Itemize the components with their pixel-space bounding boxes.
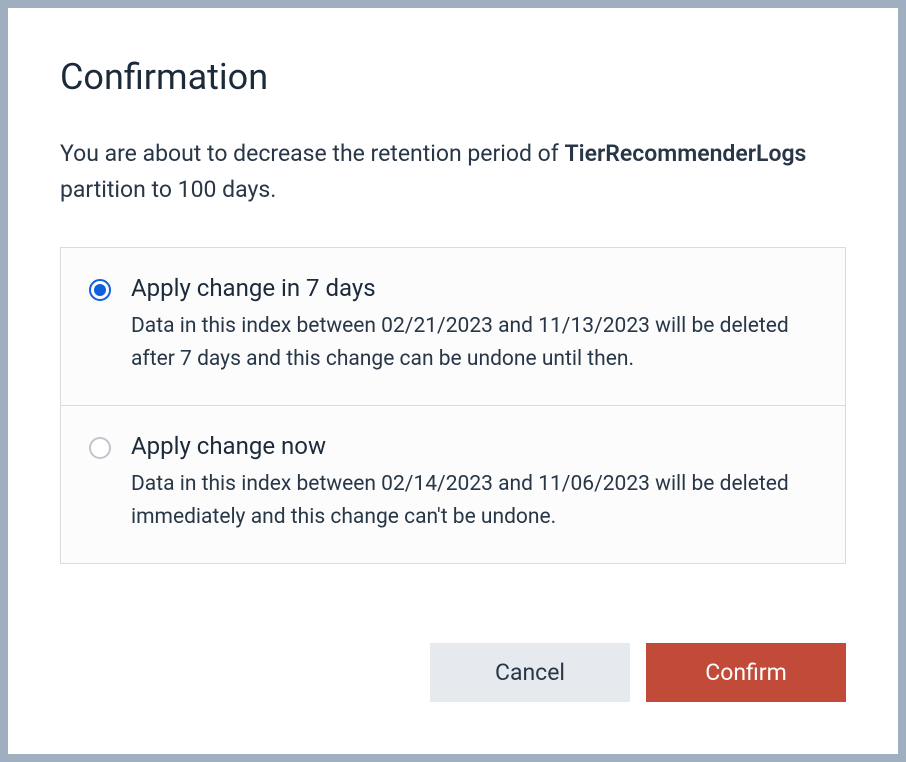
dialog-title: Confirmation: [60, 56, 846, 98]
dialog-body-suffix: partition to 100 days.: [60, 176, 276, 203]
dialog-body: You are about to decrease the retention …: [60, 136, 846, 207]
confirm-button[interactable]: Confirm: [646, 643, 846, 702]
option-apply-in-7-days[interactable]: Apply change in 7 days Data in this inde…: [61, 248, 845, 406]
confirmation-dialog: Confirmation You are about to decrease t…: [8, 8, 898, 754]
option-apply-now[interactable]: Apply change now Data in this index betw…: [61, 406, 845, 563]
radio-icon: [89, 437, 111, 459]
options-group: Apply change in 7 days Data in this inde…: [60, 247, 846, 564]
cancel-button[interactable]: Cancel: [430, 643, 630, 702]
dialog-actions: Cancel Confirm: [60, 603, 846, 702]
option-title: Apply change now: [131, 432, 817, 460]
option-text: Apply change now Data in this index betw…: [131, 432, 817, 533]
dialog-body-prefix: You are about to decrease the retention …: [60, 140, 564, 167]
option-text: Apply change in 7 days Data in this inde…: [131, 274, 817, 375]
option-desc: Data in this index between 02/21/2023 an…: [131, 310, 817, 375]
option-title: Apply change in 7 days: [131, 274, 817, 302]
partition-name: TierRecommenderLogs: [564, 140, 806, 167]
radio-icon: [89, 279, 111, 301]
option-desc: Data in this index between 02/14/2023 an…: [131, 468, 817, 533]
